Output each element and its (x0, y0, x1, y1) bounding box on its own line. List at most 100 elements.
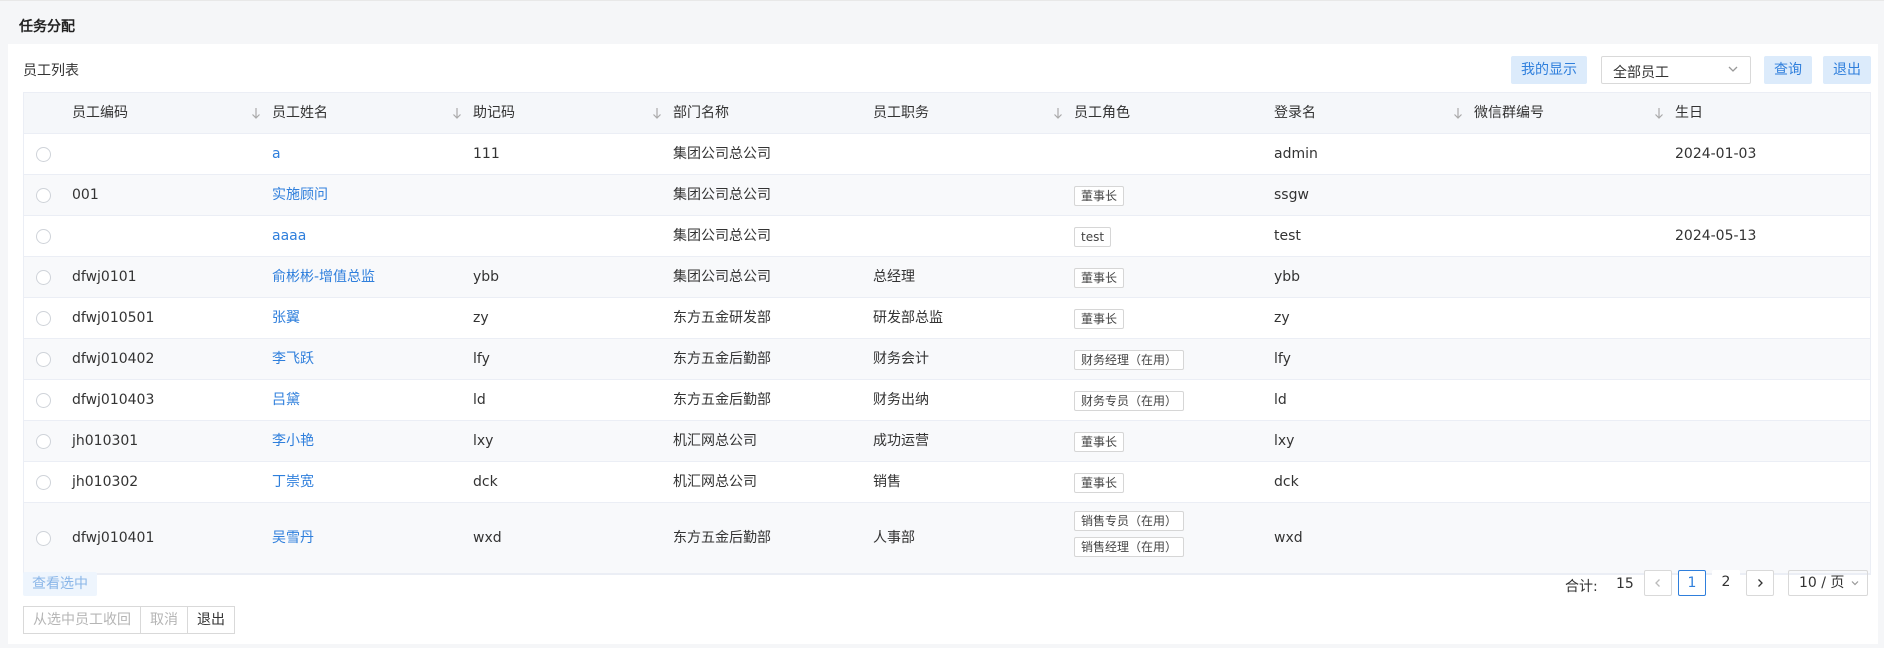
cell-employee-name[interactable]: a (272, 134, 281, 174)
footer-exit-button[interactable]: 退出 (188, 607, 234, 633)
column-header-department[interactable]: 部门名称 (673, 93, 729, 133)
cell-department: 东方五金后勤部 (673, 392, 771, 408)
row-select-radio[interactable] (36, 311, 51, 326)
cell-position: 成功运营 (873, 433, 929, 449)
cell-mnemonic: lfy (473, 351, 490, 367)
column-header-employee-name[interactable]: 员工姓名 (272, 93, 328, 133)
row-select-radio[interactable] (36, 188, 51, 203)
cell-position: 财务出纳 (873, 392, 929, 408)
cell-employee-code: 001 (72, 187, 99, 203)
employee-filter-value: 全部员工 (1613, 65, 1669, 81)
cell-login-name: wxd (1274, 530, 1303, 546)
cell-employee-code: dfwj010501 (72, 310, 155, 326)
cell-position: 销售 (873, 474, 901, 490)
cell-employee-name[interactable]: 实施顾问 (272, 175, 328, 215)
row-select-radio[interactable] (36, 270, 51, 285)
cell-position: 财务会计 (873, 351, 929, 367)
cell-employee-name[interactable]: 张翼 (272, 298, 300, 338)
row-select-radio[interactable] (36, 475, 51, 490)
cell-department: 东方五金后勤部 (673, 351, 771, 367)
table-row[interactable]: dfwj010403 吕黛 ld 东方五金后勤部 财务出纳 财务专员（在用） ld (24, 380, 1870, 421)
table-row[interactable]: dfwj010401 吴雪丹 wxd 东方五金后勤部 人事部 销售专员（在用） 销售经理（在… (24, 503, 1870, 574)
prev-page-button[interactable] (1644, 570, 1672, 596)
chevron-right-icon (1758, 579, 1763, 587)
cell-mnemonic: zy (473, 310, 489, 326)
page-size-value: 10 / 页 (1799, 575, 1845, 591)
view-selected-button[interactable]: 查看选中 (23, 572, 97, 596)
cell-department: 集团公司总公司 (673, 228, 771, 244)
chevron-left-icon (1655, 579, 1660, 587)
column-header-wechat-group[interactable]: 微信群编号 (1474, 93, 1544, 133)
cell-employee-name[interactable]: aaaa (272, 216, 306, 256)
cell-login-name: ybb (1274, 269, 1301, 285)
row-select-radio[interactable] (36, 352, 51, 367)
cell-employee-name[interactable]: 李小艳 (272, 421, 314, 461)
cell-mnemonic: ybb (473, 269, 500, 285)
sort-arrow-icon[interactable] (651, 106, 663, 120)
cancel-button[interactable]: 取消 (141, 607, 188, 633)
next-page-button[interactable] (1746, 570, 1774, 596)
column-header-login-name[interactable]: 登录名 (1274, 93, 1316, 133)
cell-mnemonic: dck (473, 474, 498, 490)
footer-button-group: 从选中员工收回 取消 退出 (23, 606, 235, 634)
cell-department: 东方五金研发部 (673, 310, 771, 326)
row-select-radio[interactable] (36, 434, 51, 449)
cell-employee-name[interactable]: 李飞跃 (272, 339, 314, 379)
cell-employee-code: dfwj010403 (72, 392, 155, 408)
role-tag: 董事长 (1074, 268, 1125, 288)
recall-selected-button[interactable]: 从选中员工收回 (24, 607, 141, 633)
column-header-birthday[interactable]: 生日 (1675, 93, 1703, 133)
column-header-employee-code[interactable]: 员工编码 (72, 93, 128, 133)
table-row[interactable]: 001 实施顾问 集团公司总公司 董事长 ssgw (24, 175, 1870, 216)
row-select-radio[interactable] (36, 147, 51, 162)
cell-employee-name[interactable]: 吕黛 (272, 380, 300, 420)
my-display-button[interactable]: 我的显示 (1511, 56, 1587, 84)
column-header-position[interactable]: 员工职务 (873, 93, 929, 133)
column-header-role[interactable]: 员工角色 (1074, 93, 1130, 133)
exit-button[interactable]: 退出 (1823, 56, 1871, 84)
table-row[interactable]: dfwj0101 俞彬彬-增值总监 ybb 集团公司总公司 总经理 董事长 ybb (24, 257, 1870, 298)
page-size-select[interactable]: 10 / 页 (1788, 570, 1868, 596)
cell-login-name: ssgw (1274, 187, 1309, 203)
cell-employee-name[interactable]: 丁崇宽 (272, 462, 314, 502)
sort-arrow-icon[interactable] (250, 106, 262, 120)
table-row[interactable]: aaaa 集团公司总公司 test test 2024-05-13 (24, 216, 1870, 257)
row-select-radio[interactable] (36, 531, 51, 546)
employee-filter-select[interactable]: 全部员工 (1601, 56, 1751, 84)
role-tag: 董事长 (1074, 473, 1125, 493)
row-select-radio[interactable] (36, 229, 51, 244)
cell-employee-code: dfwj0101 (72, 269, 137, 285)
page-2-button[interactable]: 2 (1712, 570, 1740, 596)
sort-arrow-icon[interactable] (451, 106, 463, 120)
role-tag: 销售经理（在用） (1074, 537, 1185, 557)
table-row[interactable]: dfwj010501 张翼 zy 东方五金研发部 研发部总监 董事长 zy (24, 298, 1870, 339)
table-row[interactable]: dfwj010402 李飞跃 lfy 东方五金后勤部 财务会计 财务经理（在用） lfy (24, 339, 1870, 380)
cell-mnemonic: wxd (473, 530, 502, 546)
sort-arrow-icon[interactable] (1052, 106, 1064, 120)
role-tag: test (1074, 227, 1112, 247)
column-header-mnemonic[interactable]: 助记码 (473, 93, 515, 133)
role-tag: 销售专员（在用） (1074, 511, 1185, 531)
cell-employee-code: dfwj010402 (72, 351, 155, 367)
title-bar: 任务分配 (0, 0, 1884, 45)
cell-employee-code: dfwj010401 (72, 530, 155, 546)
row-select-radio[interactable] (36, 393, 51, 408)
total-count: 15 (1616, 576, 1634, 592)
sort-arrow-icon[interactable] (1653, 106, 1665, 120)
page-1-button[interactable]: 1 (1678, 570, 1706, 596)
table-row[interactable]: a 111 集团公司总公司 admin 2024-01-03 (24, 134, 1870, 175)
cell-department: 集团公司总公司 (673, 269, 771, 285)
cell-birthday: 2024-05-13 (1675, 228, 1757, 244)
cell-employee-name[interactable]: 俞彬彬-增值总监 (272, 257, 375, 297)
cell-employee-code: jh010301 (72, 433, 139, 449)
total-label: 合计: (1565, 579, 1598, 595)
cell-employee-name[interactable]: 吴雪丹 (272, 503, 314, 573)
role-tag: 财务专员（在用） (1074, 391, 1185, 411)
cell-department: 集团公司总公司 (673, 146, 771, 162)
table-row[interactable]: jh010302 丁崇宽 dck 机汇网总公司 销售 董事长 dck (24, 462, 1870, 503)
table-row[interactable]: jh010301 李小艳 lxy 机汇网总公司 成功运营 董事长 lxy (24, 421, 1870, 462)
cell-mnemonic: ld (473, 392, 486, 408)
sort-arrow-icon[interactable] (1452, 106, 1464, 120)
role-tag: 董事长 (1074, 309, 1125, 329)
query-button[interactable]: 查询 (1764, 56, 1812, 84)
